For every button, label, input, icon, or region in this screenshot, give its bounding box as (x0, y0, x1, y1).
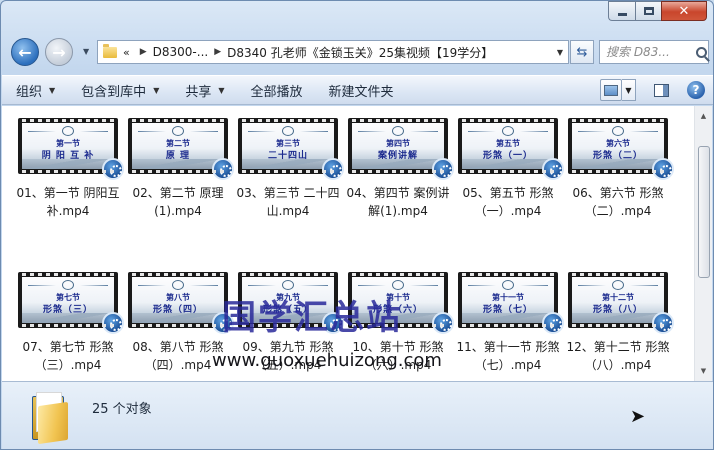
organize-label: 组织 (16, 84, 43, 100)
forward-button[interactable]: → (45, 38, 73, 66)
search-input[interactable] (606, 45, 694, 59)
minimize-icon (617, 13, 627, 16)
file-item[interactable]: 第十一节 形煞（七） 11、第十一节 形煞（七）.mp4 (456, 268, 564, 381)
file-name: 06、第六节 形煞（二）.mp4 (572, 186, 664, 218)
breadcrumb-parent[interactable]: D8300-... (153, 45, 209, 59)
vertical-scrollbar[interactable]: ▲ ▼ (694, 106, 712, 381)
file-item[interactable]: 第三节 二十四山 03、第三节 二十四山.mp4 (236, 114, 344, 244)
include-in-library-menu[interactable]: 包含到库中 ▼ (67, 78, 171, 102)
breadcrumb-current[interactable]: D8340 孔老师《金锁玉关》25集视频【19学分】 (227, 44, 493, 61)
file-name: 05、第五节 形煞（一）.mp4 (462, 186, 554, 218)
file-item[interactable]: 第五节 形煞（一） 05、第五节 形煞（一）.mp4 (458, 114, 564, 244)
scrollbar-thumb[interactable] (698, 146, 710, 278)
change-view-button[interactable] (600, 79, 622, 101)
help-icon[interactable]: ? (687, 81, 705, 99)
file-item[interactable]: 第十二节 形煞（八） 12、第十二节 形煞（八）.mp4 (566, 268, 674, 381)
close-button[interactable]: ✕ (661, 1, 707, 21)
details-pane: 25 个对象 (2, 381, 713, 449)
chevron-down-icon: ▼ (218, 85, 225, 95)
share-menu[interactable]: 共享 ▼ (171, 78, 236, 102)
media-player-icon (102, 312, 124, 334)
search-box[interactable] (599, 40, 709, 64)
media-player-icon (432, 158, 454, 180)
video-thumbnail[interactable]: 第三节 二十四山 (238, 118, 344, 180)
file-name: 02、第二节 原理(1).mp4 (132, 186, 224, 218)
navigation-bar: ← → ▼ « ▶ D8300-... ▶ D8340 孔老师《金锁玉关》25集… (9, 35, 709, 69)
file-name: 12、第十二节 形煞（八）.mp4 (566, 340, 670, 372)
preview-pane-icon[interactable] (654, 83, 669, 97)
view-icon (604, 84, 618, 96)
chevron-down-icon: ▼ (49, 85, 56, 95)
minimize-button[interactable] (608, 1, 635, 21)
view-controls: ▼ ? (600, 79, 705, 101)
scroll-down-icon[interactable]: ▼ (695, 363, 712, 379)
file-list[interactable]: 第一节阴 阳 互 补 01、第一节 阴阳互补.mp4 第二节原 理 02、第二节 原理… (2, 106, 694, 381)
file-name: 11、第十一节 形煞（七）.mp4 (456, 340, 560, 372)
breadcrumb-overflow[interactable]: « (123, 46, 130, 59)
explorer-window: ✕ ← → ▼ « ▶ D8300-... ▶ D8340 孔老师《金锁玉关》2… (0, 0, 714, 450)
file-name: 07、第七节 形煞（三）.mp4 (22, 340, 114, 372)
video-thumbnail[interactable]: 第六节 形煞（二） (568, 118, 674, 180)
media-player-icon (322, 158, 344, 180)
recent-pages-dropdown[interactable]: ▼ (83, 47, 89, 56)
media-player-icon (432, 312, 454, 334)
file-name: 04、第四节 案例讲解(1).mp4 (346, 186, 450, 218)
watermark-title: 国学汇总站 (222, 298, 402, 338)
media-player-icon (542, 312, 564, 334)
back-arrow-icon: ← (18, 42, 32, 62)
video-thumbnail[interactable]: 第四节 案例讲解 (348, 118, 454, 180)
new-folder-button[interactable]: 新建文件夹 (315, 78, 406, 102)
item-count: 25 个对象 (92, 402, 152, 417)
close-icon: ✕ (678, 3, 690, 19)
file-item[interactable]: 第一节阴 阳 互 补 01、第一节 阴阳互补.mp4 (16, 114, 124, 244)
media-player-icon (212, 158, 234, 180)
play-all-label: 全部播放 (250, 84, 303, 100)
refresh-icon: ⇆ (576, 44, 588, 60)
play-all-button[interactable]: 全部播放 (237, 78, 315, 102)
include-library-label: 包含到库中 (81, 84, 147, 100)
breadcrumb-separator-icon[interactable]: ▶ (214, 47, 221, 57)
search-icon[interactable] (696, 46, 707, 58)
file-item[interactable]: 第六节 形煞（二） 06、第六节 形煞（二）.mp4 (568, 114, 674, 244)
address-bar[interactable]: « ▶ D8300-... ▶ D8340 孔老师《金锁玉关》25集视频【19学… (97, 40, 569, 64)
back-button[interactable]: ← (11, 38, 39, 66)
media-player-icon (652, 312, 674, 334)
file-item[interactable]: 第四节 案例讲解 04、第四节 案例讲解(1).mp4 (346, 114, 454, 244)
organize-menu[interactable]: 组织 ▼ (2, 78, 67, 102)
caption-buttons: ✕ (608, 1, 707, 21)
forward-arrow-icon: → (52, 42, 66, 62)
folder-icon (103, 43, 117, 58)
file-item[interactable]: 第七节 形煞（三） 07、第七节 形煞（三）.mp4 (18, 268, 124, 381)
video-thumbnail[interactable]: 第七节 形煞（三） (18, 272, 124, 334)
video-thumbnail[interactable]: 第五节 形煞（一） (458, 118, 564, 180)
view-options-dropdown[interactable]: ▼ (622, 79, 636, 101)
media-player-icon (542, 158, 564, 180)
maximize-button[interactable] (635, 1, 661, 21)
watermark-url: www.guoxuehuizong.com (212, 350, 442, 371)
chevron-down-icon: ▼ (153, 85, 160, 95)
video-thumbnail[interactable]: 第十一节 形煞（七） (458, 272, 564, 334)
video-thumbnail[interactable]: 第八节 形煞（四） (128, 272, 234, 334)
folder-icon (32, 390, 72, 445)
file-name: 01、第一节 阴阳互补.mp4 (16, 186, 120, 218)
maximize-icon (643, 7, 654, 15)
new-folder-label: 新建文件夹 (328, 84, 394, 100)
media-player-icon (102, 158, 124, 180)
video-thumbnail[interactable]: 第十二节 形煞（八） (568, 272, 674, 334)
file-item[interactable]: 第二节原 理 02、第二节 原理(1).mp4 (128, 114, 234, 244)
share-label: 共享 (185, 84, 212, 100)
address-dropdown-icon[interactable]: ▼ (552, 48, 568, 57)
breadcrumb-separator-icon[interactable]: ▶ (140, 47, 147, 57)
media-player-icon (652, 158, 674, 180)
video-thumbnail[interactable]: 第二节原 理 (128, 118, 234, 180)
command-bar: 组织 ▼ 包含到库中 ▼ 共享 ▼ 全部播放 新建文件夹 ▼ ? (2, 75, 713, 105)
file-name: 03、第三节 二十四山.mp4 (236, 186, 340, 218)
mouse-cursor-icon: ➤ (630, 406, 646, 427)
scroll-up-icon[interactable]: ▲ (695, 108, 712, 124)
video-thumbnail[interactable]: 第一节阴 阳 互 补 (18, 118, 124, 180)
refresh-button[interactable]: ⇆ (570, 40, 594, 64)
